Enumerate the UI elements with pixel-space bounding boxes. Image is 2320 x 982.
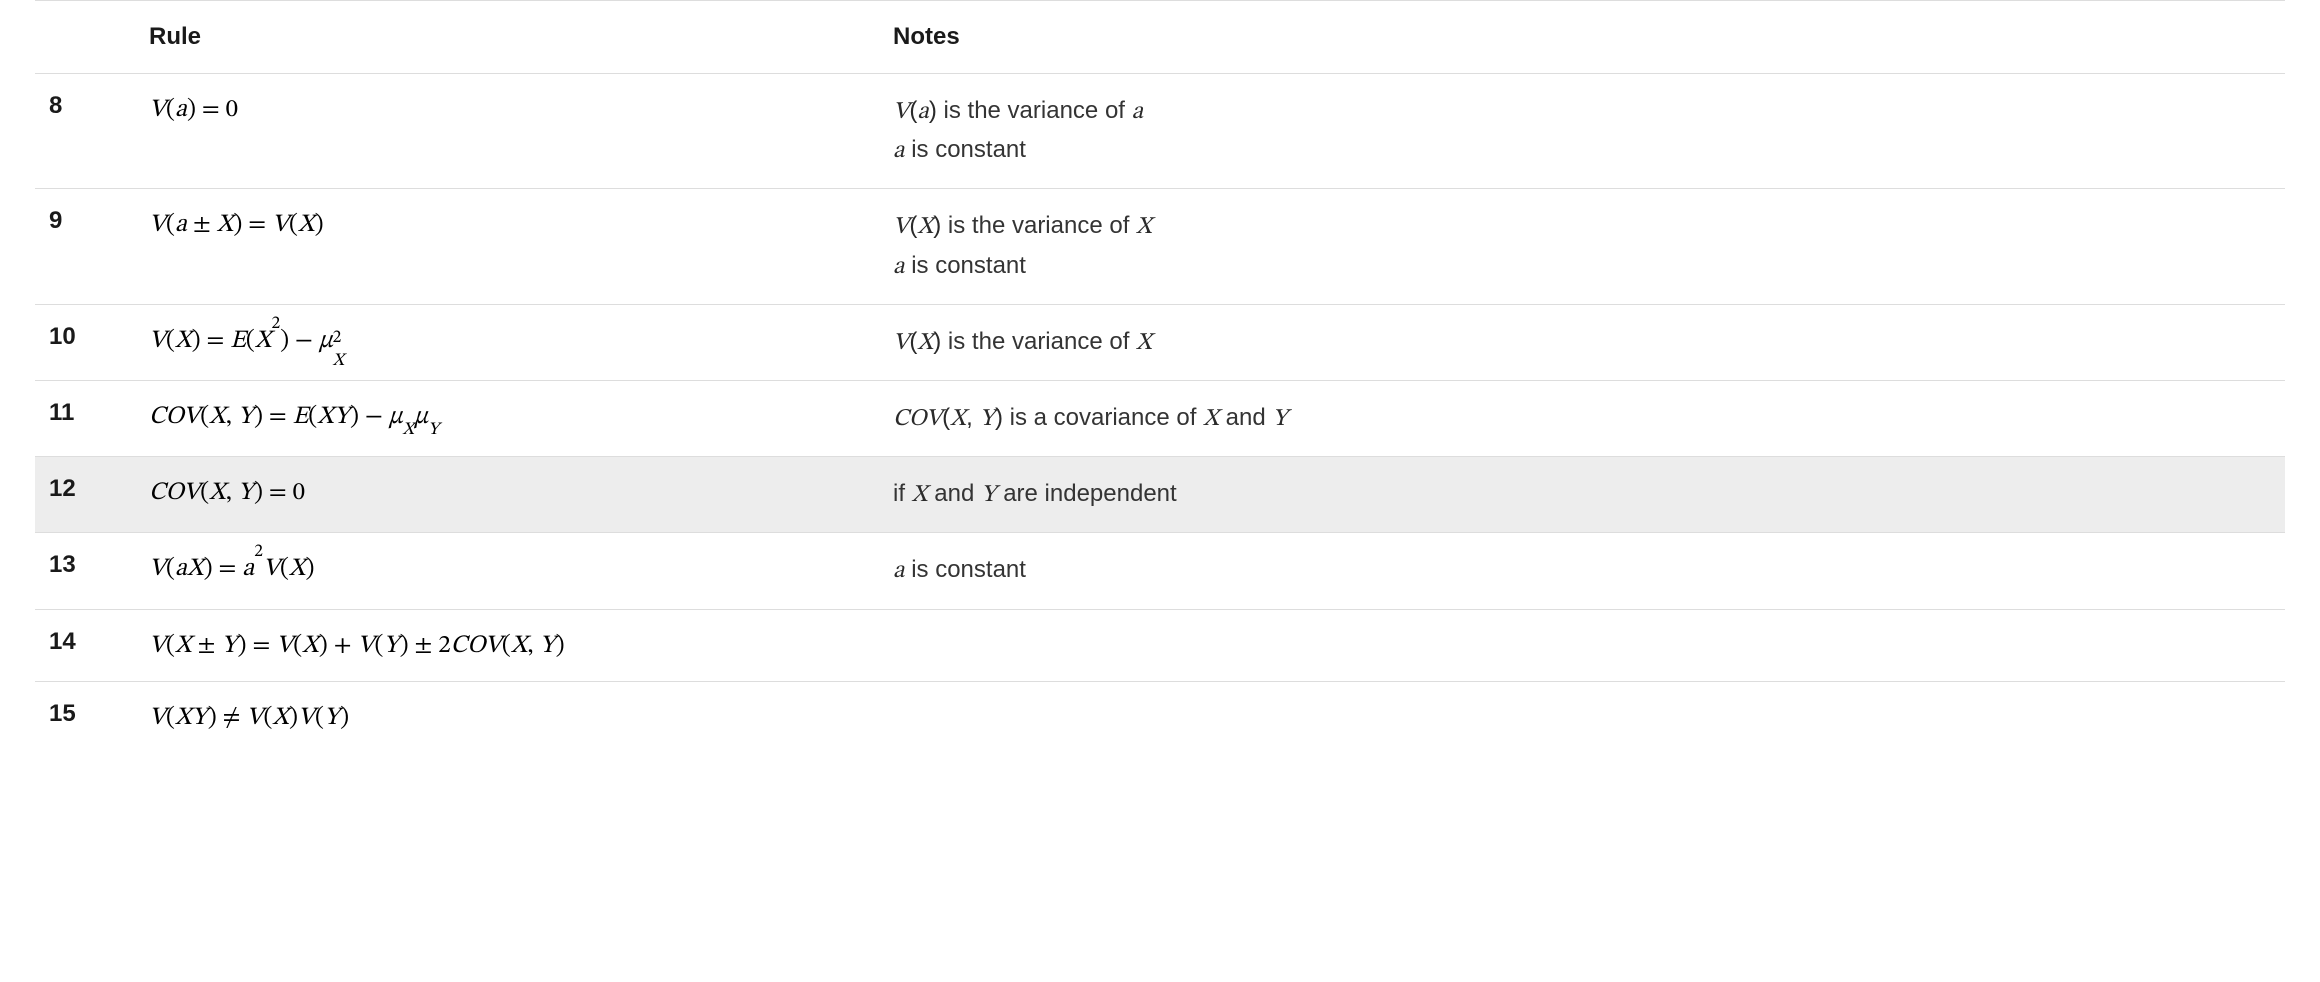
- table-row: 13 V(aX) = a2V(X) a is constant: [35, 533, 2285, 609]
- table-row: 8 V(a) = 0 V(a) is the variance of aa is c…: [35, 74, 2285, 189]
- notes-text: V(a) is the variance of aa is constant: [893, 97, 1143, 163]
- table-row: 9 V(a ± X) = V(X) V(X) is the variance of …: [35, 189, 2285, 304]
- row-notes: COV(X, Y) is a covariance of X and Y: [879, 380, 2285, 456]
- row-rule: COV(X, Y) = E(XY) − μXμY: [135, 380, 879, 456]
- rule-formula: COV(X, Y) = 0: [149, 480, 305, 505]
- col-header-notes: Notes: [879, 1, 2285, 74]
- notes-text: if X and Y are independent: [893, 480, 1177, 507]
- row-number: 12: [35, 457, 135, 533]
- rule-formula: V(X) = E(X2) − μ2X: [149, 328, 355, 353]
- row-notes: V(a) is the variance of aa is constant: [879, 74, 2285, 189]
- row-notes: [879, 681, 2285, 753]
- row-rule: V(aX) = a2V(X): [135, 533, 879, 609]
- table-row: 12 COV(X, Y) = 0 if X and Y are independen…: [35, 457, 2285, 533]
- row-notes: a is constant: [879, 533, 2285, 609]
- col-header-rule: Rule: [135, 1, 879, 74]
- row-rule: V(a) = 0: [135, 74, 879, 189]
- table-row: 10 V(X) = E(X2) − μ2X V(X) is the variance…: [35, 304, 2285, 380]
- row-rule: V(X) = E(X2) − μ2X: [135, 304, 879, 380]
- rule-formula: V(X ± Y) = V(X) + V(Y) ± 2COV(X, Y): [149, 633, 565, 658]
- row-number: 15: [35, 681, 135, 753]
- page: Rule Notes 8 V(a) = 0 V(a) is the variance…: [0, 0, 2320, 793]
- rule-formula: V(a) = 0: [149, 97, 238, 122]
- table-row: 15 V(XY) ≠ V(X)V(Y): [35, 681, 2285, 753]
- row-rule: COV(X, Y) = 0: [135, 457, 879, 533]
- row-notes: V(X) is the variance of X: [879, 304, 2285, 380]
- rule-formula: V(aX) = a2V(X): [149, 556, 314, 581]
- table-row: 14 V(X ± Y) = V(X) + V(Y) ± 2COV(X, Y): [35, 609, 2285, 681]
- row-number: 13: [35, 533, 135, 609]
- rule-formula: V(XY) ≠ V(X)V(Y): [149, 705, 349, 730]
- notes-text: V(X) is the variance of X: [893, 328, 1152, 355]
- notes-text: a is constant: [893, 556, 1026, 583]
- rule-formula: COV(X, Y) = E(XY) − μXμY: [149, 404, 439, 429]
- table-row: 11 COV(X, Y) = E(XY) − μXμY COV(X, Y) is a…: [35, 380, 2285, 456]
- row-rule: V(XY) ≠ V(X)V(Y): [135, 681, 879, 753]
- row-rule: V(X ± Y) = V(X) + V(Y) ± 2COV(X, Y): [135, 609, 879, 681]
- notes-text: V(X) is the variance of Xa is constant: [893, 212, 1152, 278]
- row-number: 11: [35, 380, 135, 456]
- row-rule: V(a ± X) = V(X): [135, 189, 879, 304]
- row-number: 10: [35, 304, 135, 380]
- notes-text: COV(X, Y) is a covariance of X and Y: [893, 404, 1288, 431]
- row-number: 14: [35, 609, 135, 681]
- row-notes: V(X) is the variance of Xa is constant: [879, 189, 2285, 304]
- row-notes: [879, 609, 2285, 681]
- row-number: 9: [35, 189, 135, 304]
- row-notes: if X and Y are independent: [879, 457, 2285, 533]
- col-header-number: [35, 1, 135, 74]
- rules-table: Rule Notes 8 V(a) = 0 V(a) is the variance…: [35, 0, 2285, 753]
- rule-formula: V(a ± X) = V(X): [149, 212, 324, 237]
- row-number: 8: [35, 74, 135, 189]
- table-header-row: Rule Notes: [35, 1, 2285, 74]
